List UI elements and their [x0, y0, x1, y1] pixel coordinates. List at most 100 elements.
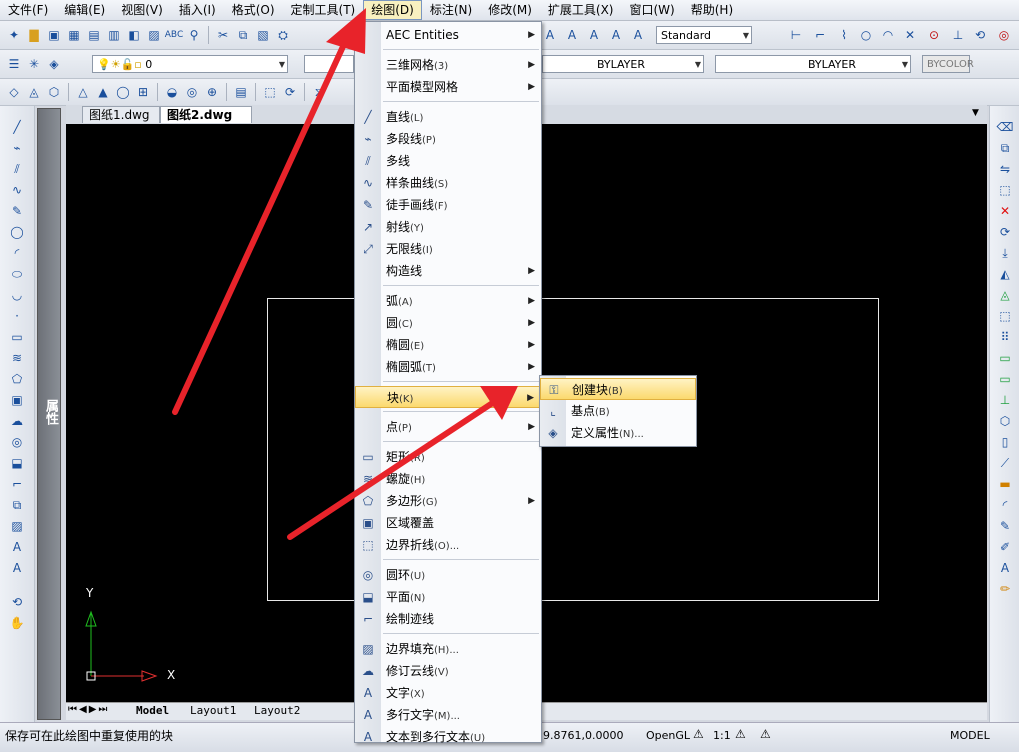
draw-menu-item-14[interactable]: 弧(A) ▶	[355, 290, 541, 312]
tab-drawing2[interactable]: 图纸2.dwg ✕	[160, 106, 252, 139]
mirror-icon[interactable]: ⇋	[996, 160, 1014, 178]
spline-tool-icon[interactable]: ∿	[8, 181, 26, 199]
menu-item-1[interactable]: 编辑(E)	[56, 0, 113, 20]
menu-item-11[interactable]: 帮助(H)	[683, 0, 741, 20]
solid-box-icon[interactable]: ⬡	[996, 412, 1014, 430]
stretch-icon[interactable]: ⠿	[996, 328, 1014, 346]
hatch-tool-icon[interactable]: ▨	[8, 517, 26, 535]
new-file-icon[interactable]: ✦	[6, 27, 22, 43]
text-style-select[interactable]: Standard ▼	[656, 26, 752, 44]
draw-menu-item-21[interactable]: 点(P) ▶	[355, 416, 541, 438]
globe-icon[interactable]: ⊕	[204, 84, 220, 100]
draw-menu-item-12[interactable]: 构造线 ▶	[355, 260, 541, 282]
menu-item-6[interactable]: 绘图(D)	[363, 0, 422, 20]
draw-menu-item-35[interactable]: A 文字(X)	[355, 682, 541, 704]
auto-scale-icon[interactable]: ⚠	[760, 727, 771, 741]
draw-menu-item-26[interactable]: ▣ 区域覆盖	[355, 512, 541, 534]
draw-menu-item-17[interactable]: 椭圆弧(T) ▶	[355, 356, 541, 378]
draw-menu-item-3[interactable]: 平面模型网格 ▶	[355, 76, 541, 98]
multiline-tool-icon[interactable]: ⫽	[8, 160, 26, 178]
text-tool-icon[interactable]: A	[8, 538, 26, 556]
pan-hand-icon[interactable]: ✋	[8, 614, 26, 632]
tab-layout2[interactable]: Layout2	[254, 704, 300, 717]
freehand-tool-icon[interactable]: ✎	[8, 202, 26, 220]
paste-icon[interactable]: ▧	[255, 27, 271, 43]
print-icon[interactable]: ▤	[86, 27, 102, 43]
find-icon[interactable]: ⚲	[186, 27, 202, 43]
text-scale-icon[interactable]: A	[630, 27, 646, 43]
menu-item-7[interactable]: 标注(N)	[422, 0, 480, 20]
helix-tool-icon[interactable]: ≋	[8, 349, 26, 367]
preview-icon[interactable]: ◧	[126, 27, 142, 43]
revcloud-tool-icon[interactable]: ☁	[8, 412, 26, 430]
draw-menu-item-2[interactable]: 三维网格(3) ▶	[355, 54, 541, 76]
menu-item-2[interactable]: 视图(V)	[113, 0, 171, 20]
dimension-edit-icon[interactable]: ⟲	[972, 27, 988, 43]
erase-icon[interactable]: ⌫	[996, 118, 1014, 136]
draw-menu-item-19[interactable]: 块(K) ▶	[355, 386, 541, 408]
block-tool-icon[interactable]: ⧉	[8, 496, 26, 514]
radius-dimension-icon[interactable]: ○	[858, 27, 874, 43]
menu-item-3[interactable]: 插入(I)	[171, 0, 224, 20]
draw-menu-item-23[interactable]: ▭ 矩形(R)	[355, 446, 541, 468]
revolve-icon[interactable]: ⟳	[282, 84, 298, 100]
properties-panel[interactable]: 属性	[37, 108, 61, 720]
text-style-icon[interactable]: A	[542, 27, 558, 43]
annotation-scale-icon[interactable]: ⚠	[693, 727, 704, 741]
draw-menu-item-7[interactable]: ⫽ 多线	[355, 150, 541, 172]
draw-menu-item-25[interactable]: ⬠ 多边形(G) ▶	[355, 490, 541, 512]
color-select[interactable]	[304, 55, 354, 73]
copy-object-icon[interactable]: ⧉	[996, 139, 1014, 157]
menu-item-8[interactable]: 修改(M)	[480, 0, 540, 20]
polyline-tool-icon[interactable]: ⌁	[8, 139, 26, 157]
draw-menu-item-16[interactable]: 椭圆(E) ▶	[355, 334, 541, 356]
solid-icon[interactable]: ⬚	[262, 84, 278, 100]
match-properties-icon[interactable]: ⛭	[275, 27, 291, 43]
text-format-icon[interactable]: A	[608, 27, 624, 43]
cube-icon[interactable]: ⬡	[46, 84, 62, 100]
menu-item-5[interactable]: 定制工具(T)	[283, 0, 364, 20]
open-folder-icon[interactable]: ▇	[26, 27, 42, 43]
layout-nav-icon[interactable]: ⏮◀▶⏭	[68, 704, 109, 715]
draw-menu-item-24[interactable]: ≋ 螺旋(H)	[355, 468, 541, 490]
text-edit-icon[interactable]: A	[564, 27, 580, 43]
wedge-icon[interactable]: ◬	[26, 84, 42, 100]
draw-menu-item-27[interactable]: ⬚ 边界折线(O)...	[355, 534, 541, 556]
properties-icon[interactable]: ✏	[996, 580, 1014, 598]
refresh-tool-icon[interactable]: ⟲	[8, 593, 26, 611]
tab-model[interactable]: Model	[136, 704, 169, 717]
menu-item-9[interactable]: 扩展工具(X)	[540, 0, 622, 20]
extend-icon[interactable]: ▭	[996, 370, 1014, 388]
spell-check-icon[interactable]: ABC	[165, 27, 183, 43]
tolerance-icon[interactable]: ✕	[902, 27, 918, 43]
edit-text-icon[interactable]: A	[996, 559, 1014, 577]
chamfer-icon[interactable]: ⟋	[996, 454, 1014, 472]
draw-menu-item-15[interactable]: 圆(C) ▶	[355, 312, 541, 334]
explode-icon[interactable]: ▬	[996, 475, 1014, 493]
ellipse-arc-tool-icon[interactable]: ◡	[8, 286, 26, 304]
layer-manager-icon[interactable]: ☰	[6, 56, 22, 72]
menu-item-10[interactable]: 窗口(W)	[622, 0, 683, 20]
menu-item-4[interactable]: 格式(O)	[224, 0, 283, 20]
line-tool-icon[interactable]: ╱	[8, 118, 26, 136]
draw-menu-item-11[interactable]: ⤢ 无限线(I)	[355, 238, 541, 260]
ordinate-dimension-icon[interactable]: ⌇	[836, 27, 852, 43]
torus-icon[interactable]: ◎	[184, 84, 200, 100]
scale-icon[interactable]: ⤓	[996, 244, 1014, 262]
rotate-icon[interactable]: ⟳	[996, 223, 1014, 241]
cut-icon[interactable]: ✂	[215, 27, 231, 43]
circle-tool-icon[interactable]: ◯	[8, 223, 26, 241]
center-mark-icon[interactable]: ⊙	[926, 27, 942, 43]
linetype-select[interactable]: BYLAYER ▼	[542, 55, 704, 73]
print-preview-icon[interactable]: ▥	[106, 27, 122, 43]
draw-menu-item-9[interactable]: ✎ 徒手画线(F)	[355, 194, 541, 216]
edit-spline-icon[interactable]: ✐	[996, 538, 1014, 556]
wipeout-tool-icon[interactable]: ▣	[8, 391, 26, 409]
delete-icon[interactable]: ✕	[996, 202, 1014, 220]
layer-select[interactable]: 💡☀🔓▫ 0 ▼	[92, 55, 288, 73]
menu-item-0[interactable]: 文件(F)	[0, 0, 56, 20]
angular-dimension-icon[interactable]: ◠	[880, 27, 896, 43]
draw-menu-item-10[interactable]: ↗ 射线(Y)	[355, 216, 541, 238]
draw-menu-item-30[interactable]: ⬓ 平面(N)	[355, 586, 541, 608]
trace-tool-icon[interactable]: ⌐	[8, 475, 26, 493]
